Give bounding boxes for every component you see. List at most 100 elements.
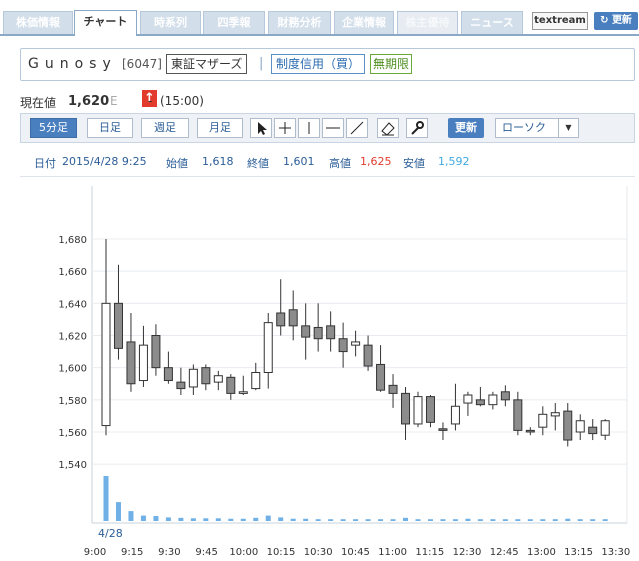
x-tick-label: 9:30 xyxy=(158,547,180,558)
period-weekly-button[interactable]: 週足 xyxy=(141,118,189,138)
crosshair-tool-icon[interactable] xyxy=(274,118,296,138)
candle-body xyxy=(176,381,186,390)
vertical-line-tool-icon[interactable] xyxy=(298,118,320,138)
period-monthly-button[interactable]: 月足 xyxy=(197,118,243,138)
candle-body xyxy=(500,391,510,401)
volume-bar xyxy=(103,476,109,521)
candle-body xyxy=(525,429,535,433)
volume-bar xyxy=(403,517,409,521)
period-5min-button[interactable]: 5分足 xyxy=(30,118,77,138)
refresh-button[interactable]: ↻ 更新 xyxy=(594,12,638,30)
price-flag: E xyxy=(110,94,118,108)
candle-body xyxy=(600,420,610,436)
x-tick-label: 11:15 xyxy=(415,547,444,558)
no-limit-badge: 無期限 xyxy=(370,54,413,74)
ohlc-info-bar: 日付 2015/4/28 9:25 始値 1,618 終値 1,601 高値 1… xyxy=(20,149,635,177)
candle-body xyxy=(313,326,323,340)
candle-body xyxy=(226,376,236,394)
tab-shikiho[interactable]: 四季報 xyxy=(203,11,265,34)
x-tick-label: 13:15 xyxy=(564,547,593,558)
x-tick-label: 12:30 xyxy=(453,547,482,558)
high-value: 1,625 xyxy=(360,155,392,168)
candle-body xyxy=(201,367,211,385)
credit-badge: 制度信用（買） xyxy=(271,54,366,74)
tab-news[interactable]: ニュース xyxy=(461,11,523,34)
horizontal-line-tool-icon[interactable] xyxy=(322,118,344,138)
y-tick-label: 1,660 xyxy=(58,267,87,278)
candle-body xyxy=(351,341,361,346)
candle-body xyxy=(425,396,435,423)
x-tick-label: 10:15 xyxy=(267,547,296,558)
candle-body xyxy=(188,368,198,388)
low-label: 安値 xyxy=(403,157,425,170)
pointer-tool-icon[interactable] xyxy=(250,118,272,138)
candle-body xyxy=(263,322,273,373)
candle-body xyxy=(388,384,398,394)
chevron-down-icon[interactable]: ▼ xyxy=(558,119,578,137)
volume-bar xyxy=(365,519,371,521)
open-label: 始値 xyxy=(166,157,188,170)
volume-bar xyxy=(315,519,321,521)
volume-bar xyxy=(178,517,184,521)
eraser-tool-icon[interactable] xyxy=(377,118,399,138)
volume-bar xyxy=(415,519,421,521)
update-button[interactable]: 更新 xyxy=(448,118,484,138)
candle-body xyxy=(126,341,136,385)
x-tick-label: 13:30 xyxy=(601,547,630,558)
volume-bar xyxy=(228,518,234,521)
tab-chart[interactable]: チャート xyxy=(74,10,137,36)
tab-financial-analysis[interactable]: 財務分析 xyxy=(268,11,331,34)
volume-bar xyxy=(240,518,246,521)
chart-toolbar: 5分足 日足 週足 月足 更新 ローソク ▼ xyxy=(20,113,635,143)
stock-title-box: Gunosy [6047] 東証マザーズ | 制度信用（買） 無期限 xyxy=(20,48,635,81)
candle-body xyxy=(238,391,248,394)
tab-stock-info[interactable]: 株価情報 xyxy=(3,11,73,34)
volume-bar xyxy=(465,518,471,521)
volume-bar xyxy=(278,517,284,521)
volume-bar xyxy=(477,519,483,521)
volume-bar xyxy=(328,519,334,521)
refresh-label: 更新 xyxy=(611,15,632,26)
y-tick-label: 1,580 xyxy=(58,396,87,407)
candle-body xyxy=(413,396,423,425)
textream-link[interactable]: textream xyxy=(532,12,588,30)
date-value: 2015/4/28 9:25 xyxy=(62,155,147,168)
current-price-label: 現在値 xyxy=(20,96,57,110)
volume-bar xyxy=(590,519,596,521)
candle-body xyxy=(338,338,348,353)
volume-bar xyxy=(115,502,121,521)
settings-wrench-icon[interactable] xyxy=(406,118,428,138)
volume-bar xyxy=(452,519,458,521)
market-badge: 東証マザーズ xyxy=(166,54,248,74)
volume-bar xyxy=(190,518,196,521)
candle-body xyxy=(276,312,286,327)
period-daily-button[interactable]: 日足 xyxy=(87,118,133,138)
y-tick-label: 1,620 xyxy=(58,332,87,343)
trend-line-tool-icon[interactable] xyxy=(346,118,368,138)
x-tick-label: 9:00 xyxy=(84,547,106,558)
volume-bar xyxy=(265,515,271,521)
volume-bar xyxy=(552,519,558,521)
x-tick-label: 11:00 xyxy=(378,547,407,558)
tab-company-info[interactable]: 企業情報 xyxy=(334,11,394,34)
candlestick-chart[interactable]: 1,540 1,560 1,580 1,600 1,620 1,640 1,660 1,680… xyxy=(0,178,639,561)
volume-bar xyxy=(515,519,521,521)
tab-time-series[interactable]: 時系列 xyxy=(140,11,201,34)
y-tick-label: 1,640 xyxy=(58,299,87,310)
high-label: 高値 xyxy=(329,157,351,170)
volume-bar xyxy=(203,518,209,521)
candle-body xyxy=(475,399,485,406)
candle-body xyxy=(376,363,386,391)
chart-type-select[interactable]: ローソク ▼ xyxy=(495,118,579,138)
y-tick-label: 1,680 xyxy=(58,235,87,246)
candle-body xyxy=(101,302,111,427)
candle-body xyxy=(401,392,411,425)
volume-bar xyxy=(353,519,359,521)
volume-bar xyxy=(140,515,146,521)
candle-body xyxy=(301,325,311,338)
candle-body xyxy=(538,413,548,428)
candle-body xyxy=(588,426,598,435)
date-label: 日付 xyxy=(34,157,56,170)
volume-bar xyxy=(253,517,259,521)
candle-body xyxy=(163,367,173,382)
